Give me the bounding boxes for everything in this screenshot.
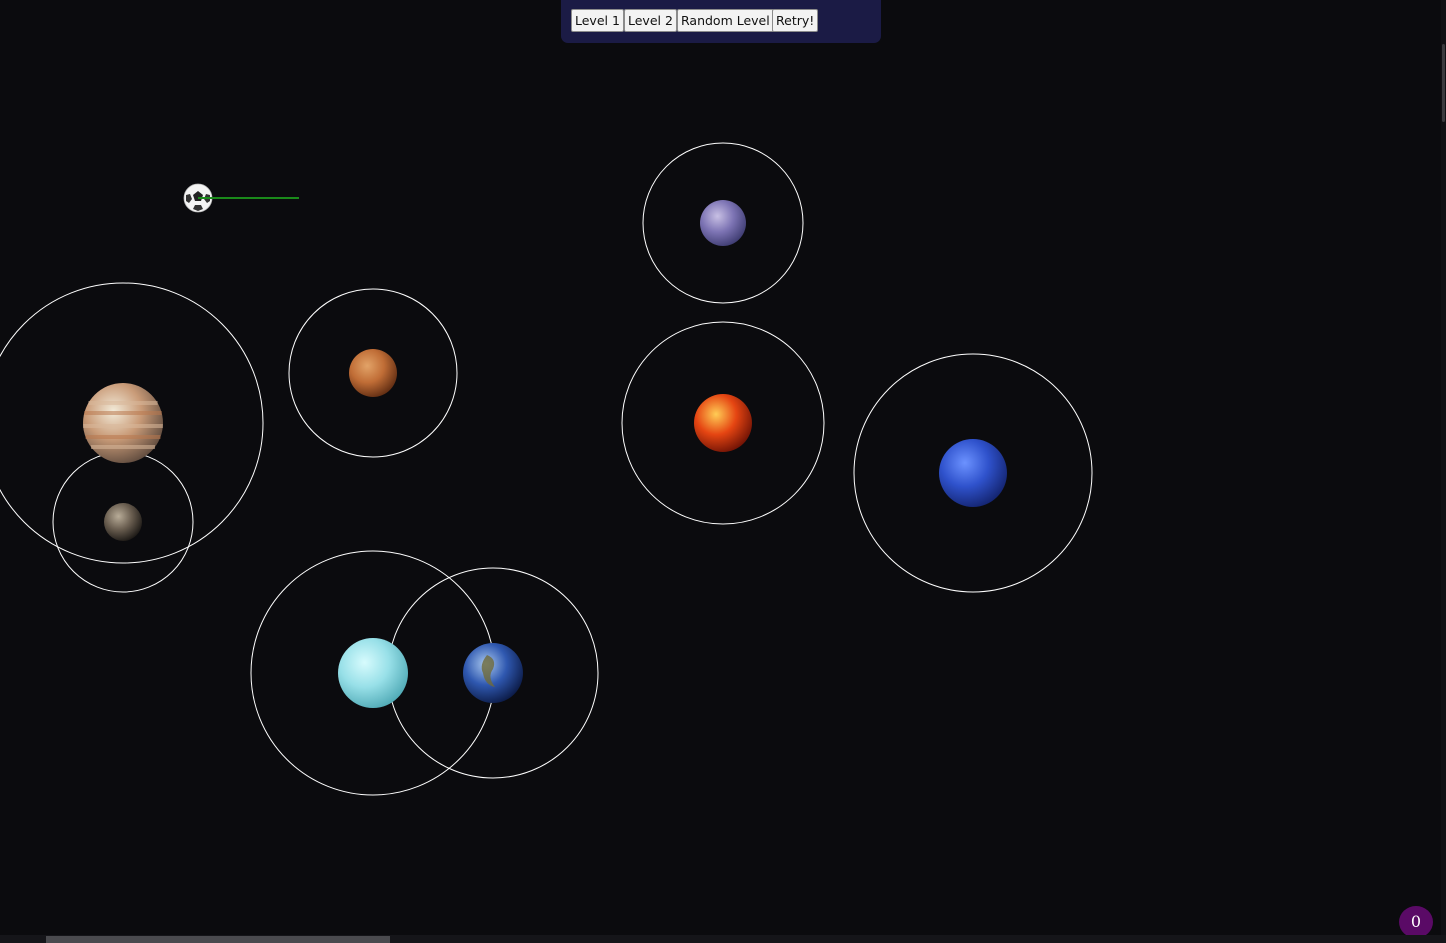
planets — [83, 200, 1007, 708]
score-badge: 0 — [1399, 906, 1433, 938]
vertical-scrollbar-track[interactable] — [1441, 0, 1446, 935]
jupiter-band — [83, 424, 163, 428]
moon-icon — [104, 503, 142, 541]
mercury-icon — [700, 200, 746, 246]
neptune-icon — [939, 439, 1007, 507]
venus-icon — [694, 394, 752, 452]
earth-icon — [463, 643, 523, 703]
jupiter-band — [91, 445, 155, 449]
player-ball[interactable] — [183, 183, 299, 213]
jupiter-icon — [83, 383, 163, 463]
uranus-icon — [338, 638, 408, 708]
jupiter-band — [84, 411, 162, 415]
gravity-fields — [0, 142, 1093, 796]
jupiter-band — [85, 435, 161, 439]
vertical-scrollbar-thumb[interactable] — [1442, 44, 1445, 122]
game-scene[interactable] — [0, 0, 1441, 935]
mars-icon — [349, 349, 397, 397]
jupiter-band — [88, 401, 158, 405]
horizontal-scrollbar-thumb[interactable] — [46, 936, 390, 943]
